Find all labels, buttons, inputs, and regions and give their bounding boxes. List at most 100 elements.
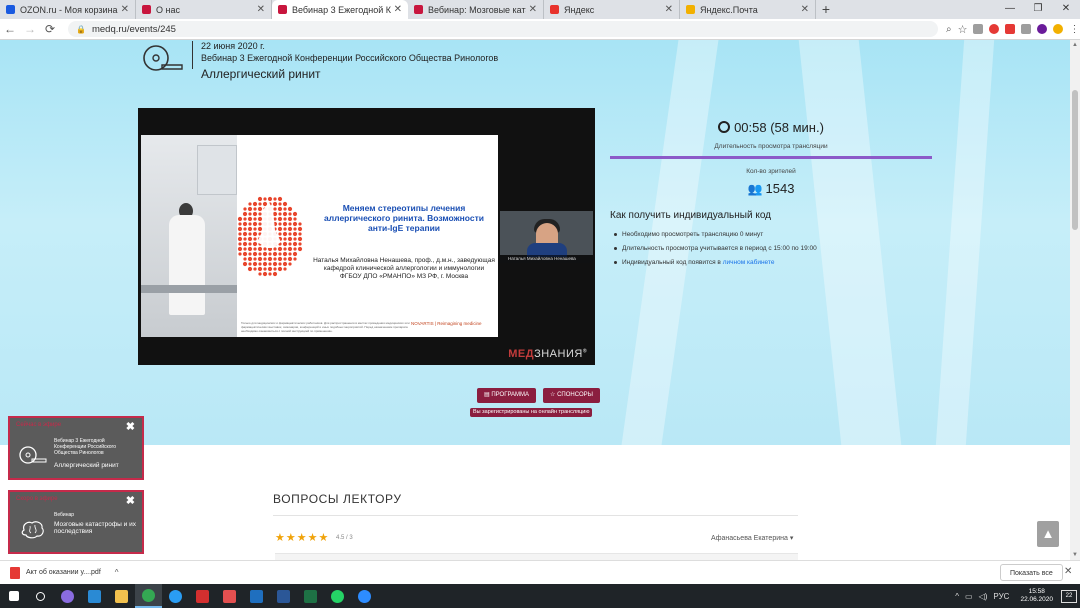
slide-dot	[243, 227, 247, 231]
cortana-icon[interactable]	[54, 584, 81, 608]
download-filename: Акт об оказании у....pdf	[26, 569, 101, 576]
profile-avatar-icon[interactable]	[1037, 24, 1048, 34]
extension-icon[interactable]	[989, 24, 1000, 34]
menu-icon[interactable]: ⋮	[1069, 24, 1079, 35]
download-item[interactable]: Акт об оказании у....pdf ^	[10, 566, 119, 579]
live-now-notification[interactable]: Сейчас в эфире ✖ Вебинар 3 Ежегодной Кон…	[8, 416, 144, 480]
network-icon[interactable]: ▭	[965, 592, 973, 601]
slide-dot	[267, 196, 273, 202]
medznania-logo: МЕДЗНАНИЯ®	[508, 348, 587, 360]
slide-dot	[287, 256, 293, 262]
show-all-button[interactable]: Показать все	[1000, 564, 1063, 581]
slide-dot	[257, 216, 263, 222]
extension-icon[interactable]	[1053, 24, 1064, 34]
slide-dot	[248, 222, 252, 226]
slide-dot	[283, 237, 287, 241]
system-clock[interactable]: 15:58 22.06.2020	[1020, 588, 1053, 604]
close-tab-icon[interactable]: ✕	[121, 4, 129, 15]
tab-1[interactable]: О нас ✕	[136, 0, 272, 19]
scroll-to-top-button[interactable]: ▲	[1037, 521, 1059, 547]
close-tab-icon[interactable]: ✕	[257, 4, 265, 15]
word-icon[interactable]	[270, 584, 297, 608]
close-icon[interactable]: ✖	[126, 420, 135, 433]
extension-icon[interactable]	[973, 24, 984, 34]
zoom-icon[interactable]	[351, 584, 378, 608]
slide-dot	[252, 241, 258, 247]
sponsors-button[interactable]: ☆ СПОНСОРЫ	[543, 388, 600, 403]
slide-dot	[292, 221, 298, 227]
language-indicator[interactable]: РУС	[993, 592, 1009, 601]
slide-dot	[293, 227, 297, 231]
tab-3[interactable]: Вебинар: Мозговые катастроф…✕	[408, 0, 544, 19]
volume-icon[interactable]: ◁)	[979, 592, 988, 601]
program-button[interactable]: ▤ ПРОГРАММА	[477, 388, 537, 403]
close-window-button[interactable]: ✕	[1052, 0, 1080, 18]
chevron-up-icon[interactable]: ^	[115, 568, 119, 577]
slide-dot	[272, 261, 278, 267]
extension-icon[interactable]	[1005, 24, 1016, 34]
slide-dot	[278, 212, 282, 216]
slide-dot	[277, 226, 283, 232]
explorer-icon[interactable]	[108, 584, 135, 608]
scrollbar-thumb[interactable]	[1072, 90, 1078, 230]
start-icon[interactable]	[0, 584, 27, 608]
minimize-button[interactable]: —	[996, 0, 1024, 18]
close-tab-icon[interactable]: ✕	[665, 4, 673, 15]
bg-stripe	[935, 40, 995, 445]
excel-icon[interactable]	[297, 584, 324, 608]
bookmark-star-icon[interactable]: ☆	[958, 23, 968, 36]
skype-icon[interactable]	[162, 584, 189, 608]
slide-dot	[257, 256, 263, 262]
slide-dot	[268, 252, 272, 256]
video-player[interactable]: Меняем стереотипы лечения аллергического…	[138, 108, 595, 365]
close-tab-icon[interactable]: ✕	[801, 4, 809, 15]
slide-dot	[277, 246, 283, 252]
favicon-icon	[550, 5, 559, 14]
duration-label: Длительность просмотра трансляции	[714, 143, 828, 150]
slide-dot	[248, 262, 252, 266]
forward-icon[interactable]: →	[20, 22, 40, 36]
stats-panel: 00:58 (58 мин.) Длительность просмотра т…	[610, 120, 932, 273]
slide-dot	[292, 251, 298, 257]
slide-dot	[253, 227, 257, 231]
whatsapp-icon[interactable]	[324, 584, 351, 608]
personal-cabinet-link[interactable]: личном кабинете	[723, 259, 775, 266]
close-tab-icon[interactable]: ✕	[529, 4, 537, 15]
reload-icon[interactable]: ⟳	[40, 22, 60, 36]
tab-2[interactable]: Вебинар 3 Ежегодной Конфере…✕	[272, 0, 408, 19]
slide-dot	[242, 261, 248, 267]
back-icon[interactable]: ←	[0, 22, 20, 36]
tab-5[interactable]: Яндекс.Почта ✕	[680, 0, 816, 19]
search-icon[interactable]	[27, 584, 54, 608]
slide-dot	[247, 226, 253, 232]
zoom-icon[interactable]: ⌕	[946, 24, 952, 35]
new-tab-button[interactable]: +	[816, 0, 836, 19]
slide-dot	[282, 251, 288, 257]
upcoming-notification[interactable]: Скоро в эфире ✖ Вебинар Мозговые катастр…	[8, 490, 144, 554]
notification-center-icon[interactable]: 22	[1061, 589, 1077, 603]
chevron-up-icon[interactable]: ^	[955, 592, 959, 601]
tab-0[interactable]: OZON.ru - Моя корзина ✕	[0, 0, 136, 19]
slide-dot	[248, 202, 252, 206]
scroll-down-icon[interactable]: ▼	[1072, 552, 1078, 558]
slide-dot	[277, 196, 283, 202]
pdf-icon[interactable]	[216, 584, 243, 608]
page-scrollbar[interactable]: ▲ ▼	[1070, 40, 1080, 560]
users-icon: 👥	[747, 182, 763, 196]
outlook-icon[interactable]	[243, 584, 270, 608]
close-icon[interactable]: ✖	[126, 494, 135, 507]
slide-dot	[238, 222, 242, 226]
tab-4[interactable]: Яндекс ✕	[544, 0, 680, 19]
author-dropdown[interactable]: Афанасьева Екатерина ▾	[711, 534, 793, 542]
chrome-icon[interactable]	[135, 584, 162, 608]
scroll-up-icon[interactable]: ▲	[1072, 42, 1078, 48]
extension-icon[interactable]	[1021, 24, 1032, 34]
close-icon[interactable]: ✕	[1064, 566, 1072, 577]
url-field[interactable]: 🔒 medq.ru/events/245	[68, 21, 938, 37]
close-tab-icon[interactable]: ✕	[394, 4, 402, 15]
acrobat-icon[interactable]	[189, 584, 216, 608]
maximize-button[interactable]: ❐	[1024, 0, 1052, 18]
slide-dot	[248, 212, 252, 216]
disc-icon	[19, 446, 47, 464]
edge-icon[interactable]	[81, 584, 108, 608]
